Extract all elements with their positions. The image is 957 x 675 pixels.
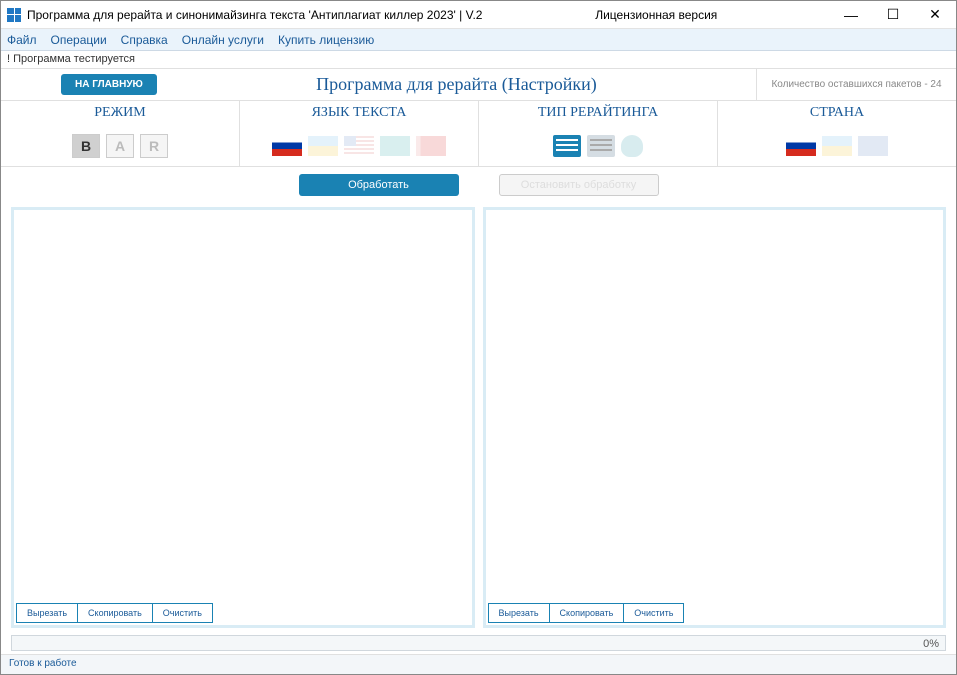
stop-button: Остановить обработку [499,174,659,196]
output-copy-button[interactable]: Скопировать [549,603,625,623]
rewrite-type-1-icon[interactable] [553,135,581,157]
testing-status: ! Программа тестируется [1,51,956,69]
mode-a-button[interactable]: А [106,134,134,158]
statusbar: Готов к работе [1,654,956,674]
input-cut-button[interactable]: Вырезать [16,603,78,623]
mode-header: РЕЖИМ [1,101,239,125]
titlebar: Программа для рерайта и синонимайзинга т… [1,1,956,29]
country-column: СТРАНА [718,101,956,166]
language-header: ЯЗЫК ТЕКСТА [240,101,478,125]
menu-buy-license[interactable]: Купить лицензию [278,33,374,47]
content-area: Вырезать Скопировать Очистить Вырезать С… [1,203,956,632]
app-title: Программа для рерайта и синонимайзинга т… [27,8,482,22]
input-textarea[interactable] [14,210,472,601]
mode-column: РЕЖИМ В А R [1,101,240,166]
input-text-panel: Вырезать Скопировать Очистить [11,207,475,628]
rewrite-type-2-icon[interactable] [587,135,615,157]
menubar: Файл Операции Справка Онлайн услуги Купи… [1,29,956,51]
country-ru-icon[interactable] [786,136,816,156]
action-row: Обработать Остановить обработку [1,167,956,203]
mode-r-button[interactable]: R [140,134,168,158]
toolbar-row: НА ГЛАВНУЮ Программа для рерайта (Настро… [1,69,956,101]
output-cut-button[interactable]: Вырезать [488,603,550,623]
menu-online[interactable]: Онлайн услуги [182,33,264,47]
progress-bar: 0% [11,635,946,651]
close-button[interactable]: ✕ [914,1,956,29]
rewrite-type-3-icon[interactable] [621,135,643,157]
process-button[interactable]: Обработать [299,174,459,196]
menu-operations[interactable]: Операции [51,33,107,47]
country-ua-icon[interactable] [822,136,852,156]
output-textarea[interactable] [486,210,944,601]
menu-help[interactable]: Справка [121,33,168,47]
rewrite-type-header: ТИП РЕРАЙТИНГА [479,101,717,125]
mode-b-button[interactable]: В [72,134,100,158]
country-header: СТРАНА [718,101,956,125]
country-eu-icon[interactable] [858,136,888,156]
menu-file[interactable]: Файл [7,33,37,47]
packets-remaining: Количество оставшихся пакетов - 24 [756,69,956,100]
flag-ru-icon[interactable] [272,136,302,156]
flag-ua-icon[interactable] [308,136,338,156]
input-clear-button[interactable]: Очистить [152,603,213,623]
output-text-panel: Вырезать Скопировать Очистить [483,207,947,628]
options-row: РЕЖИМ В А R ЯЗЫК ТЕКСТА ТИП РЕРАЙТИНГА [1,101,956,167]
rewrite-type-column: ТИП РЕРАЙТИНГА [479,101,718,166]
flag-by-icon[interactable] [416,136,446,156]
progress-row: 0% [1,632,956,654]
flag-us-icon[interactable] [344,136,374,156]
language-column: ЯЗЫК ТЕКСТА [240,101,479,166]
progress-percent: 0% [923,636,939,652]
app-logo-icon [7,8,21,22]
page-title: Программа для рерайта (Настройки) [157,74,756,95]
minimize-button[interactable]: — [830,1,872,29]
home-button[interactable]: НА ГЛАВНУЮ [61,74,157,95]
input-copy-button[interactable]: Скопировать [77,603,153,623]
license-label: Лицензионная версия [482,8,830,22]
maximize-button[interactable]: ☐ [872,1,914,29]
output-clear-button[interactable]: Очистить [623,603,684,623]
flag-kz-icon[interactable] [380,136,410,156]
